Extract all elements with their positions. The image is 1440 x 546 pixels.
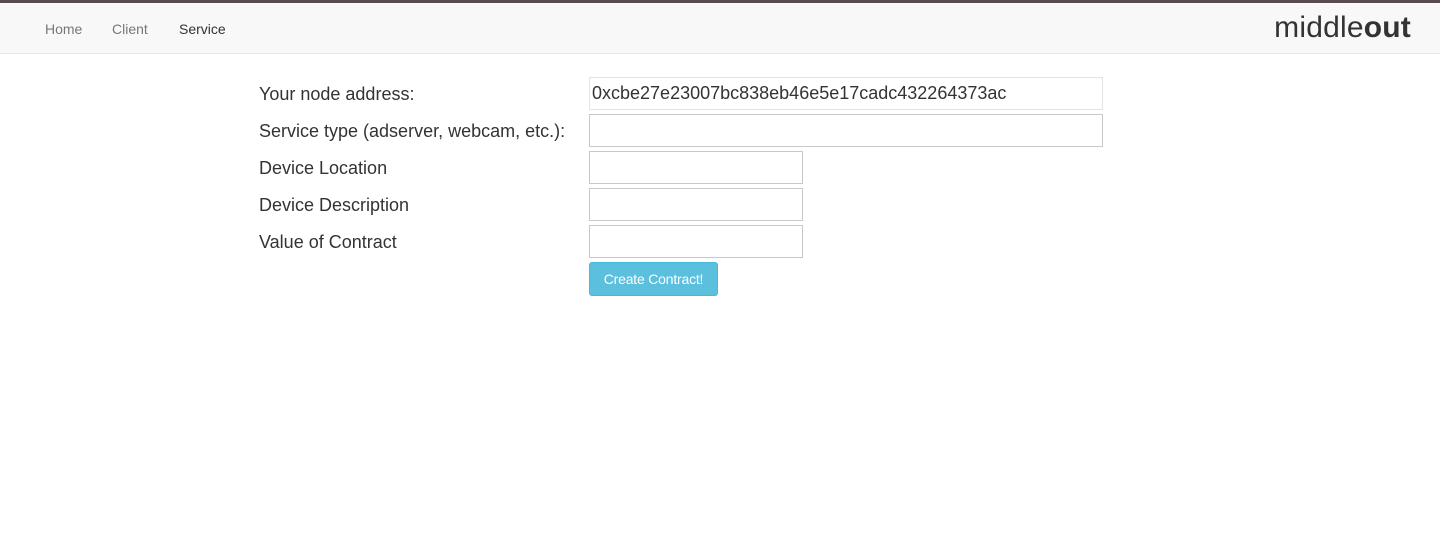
service-type-input[interactable] bbox=[589, 114, 1103, 147]
contract-value-label: Value of Contract bbox=[259, 232, 397, 252]
brand-text-bold: out bbox=[1363, 11, 1411, 44]
device-description-label: Device Description bbox=[259, 195, 410, 215]
device-location-label: Device Location bbox=[259, 158, 388, 178]
brand-text-regular: middle bbox=[1274, 11, 1364, 44]
node-address-field[interactable] bbox=[589, 77, 1103, 110]
navbar: Home Client Service middleout bbox=[0, 3, 1440, 54]
device-location-input[interactable] bbox=[589, 151, 803, 184]
nav-link-home[interactable]: Home bbox=[45, 20, 82, 38]
device-description-input[interactable] bbox=[589, 188, 803, 221]
nav-link-service[interactable]: Service bbox=[179, 20, 226, 38]
contract-value-input[interactable] bbox=[589, 225, 803, 258]
nav-link-client[interactable]: Client bbox=[112, 20, 148, 38]
service-type-label: Service type (adserver, webcam, etc.): bbox=[259, 121, 566, 141]
brand-logo[interactable]: middleout bbox=[1274, 10, 1411, 46]
create-contract-button[interactable]: Create Contract! bbox=[589, 262, 718, 296]
node-address-label: Your node address: bbox=[259, 84, 415, 104]
